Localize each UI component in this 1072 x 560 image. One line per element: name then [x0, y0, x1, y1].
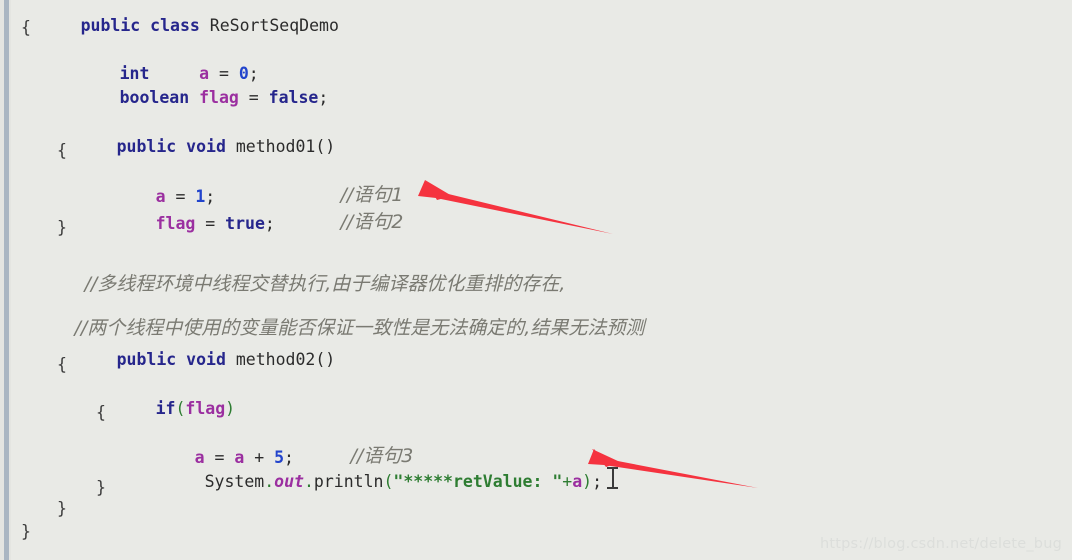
token-operator-assign: = [238, 88, 269, 107]
token-field-out: out [274, 472, 304, 491]
token-keyword-false: false [268, 88, 319, 107]
token-operator-concat: + [562, 472, 573, 491]
token-paren-close: ) [225, 399, 236, 418]
token-string-literal: "*****retValue: " [393, 472, 563, 491]
code-line-19-close-brace: } [96, 478, 106, 497]
token-keyword-true: true [225, 214, 265, 233]
code-line-14-open-brace: { [57, 355, 67, 374]
code-editor-screenshot: public class ReSortSeqDemo { int a = 0; … [0, 0, 1072, 560]
token-semicolon: ; [592, 472, 603, 491]
token-class-name: ReSortSeqDemo [209, 16, 339, 35]
token-field-flag: flag [155, 214, 196, 233]
token-keyword-public: public [80, 16, 141, 35]
code-line-2-open-brace: { [21, 18, 31, 37]
token-keyword-void: void [186, 137, 226, 156]
token-paren-open: ( [175, 399, 186, 418]
token-keyword-public: public [116, 137, 177, 156]
token-comment-cn-1: //多线程环境中线程交替执行,由于编译器优化重排的存在, [84, 273, 566, 295]
token-method-println: println [313, 472, 384, 491]
token-method-method02: method02() [235, 350, 336, 369]
token-paren-open: ( [383, 472, 394, 491]
token-keyword-public: public [116, 350, 177, 369]
code-line-10-close-brace: } [57, 218, 67, 237]
code-line-21-close-brace: } [21, 522, 31, 541]
code-content[interactable]: public class ReSortSeqDemo { int a = 0; … [11, 0, 1072, 560]
token-dot: . [264, 472, 275, 491]
token-field-flag: flag [199, 88, 239, 107]
code-line-16-open-brace: { [96, 403, 106, 422]
token-class-system: System [204, 472, 265, 491]
token-field-flag: flag [185, 399, 226, 418]
token-paren-close: ) [582, 472, 593, 491]
token-field-a: a [572, 472, 583, 491]
token-comment-2: //语句2 [340, 211, 404, 233]
editor-margin-rule [4, 0, 9, 560]
token-method-method01: method01() [235, 137, 336, 156]
code-line-7-open-brace: { [57, 141, 67, 160]
code-line-9: flag = true; [96, 194, 275, 254]
token-keyword-boolean: boolean [119, 88, 190, 107]
code-line-20-close-brace: } [57, 499, 67, 518]
watermark: https://blog.csdn.net/delete_bug [819, 536, 1062, 552]
token-semicolon: ; [264, 214, 275, 233]
code-line-18: System.out.println("*****retValue: "+a); [145, 452, 602, 512]
token-semicolon: ; [318, 88, 329, 107]
token-keyword-if: if [155, 399, 176, 418]
code-line-9-comment: //语句2 [309, 192, 403, 253]
token-keyword-class: class [150, 16, 200, 35]
token-operator-assign: = [195, 214, 226, 233]
token-keyword-void: void [186, 350, 226, 369]
token-dot: . [303, 472, 314, 491]
